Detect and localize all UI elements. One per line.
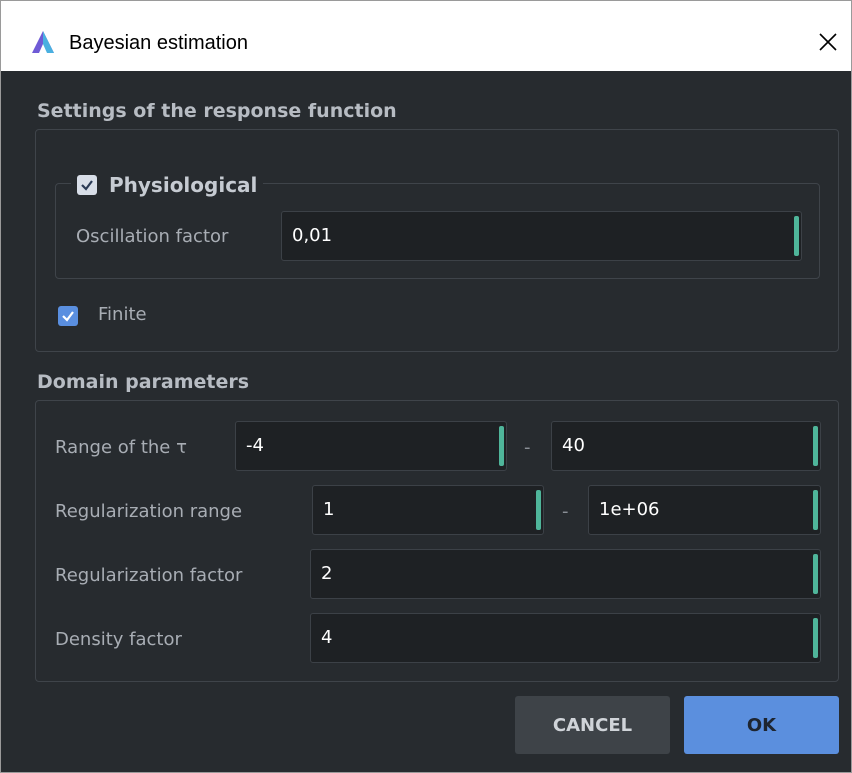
oscillation-factor-input[interactable]: 0,01 [281,211,802,261]
reg-range-separator: - [562,501,569,522]
finite-checkbox[interactable] [58,306,78,326]
reg-factor-input[interactable]: 2 [310,549,821,599]
app-logo-icon [32,31,54,53]
density-factor-input[interactable]: 4 [310,613,821,663]
finite-label: Finite [98,304,147,325]
domain-group: Range of the τ -4 - 40 Regularization ra… [35,400,839,682]
reg-factor-label: Regularization factor [55,565,243,586]
dialog-window: Bayesian estimation Settings of the resp… [0,0,852,773]
domain-section-title: Domain parameters [37,371,250,393]
reg-range-label: Regularization range [55,501,243,522]
title-bar: Bayesian estimation [1,1,851,71]
density-factor-label: Density factor [55,629,182,650]
ok-button[interactable]: OK [684,696,839,754]
oscillation-factor-label: Oscillation factor [76,226,229,247]
cancel-button[interactable]: CANCEL [515,696,670,754]
response-group: Physiological Oscillation factor 0,01 Fi… [35,129,839,352]
physiological-header: Physiological [71,172,264,198]
physiological-checkbox[interactable] [77,175,97,195]
range-tau-to-input[interactable]: 40 [551,421,821,471]
physiological-label: Physiological [109,173,258,197]
response-section-title: Settings of the response function [37,100,397,122]
range-tau-separator: - [524,437,531,458]
checkmark-icon [62,311,74,322]
window-title: Bayesian estimation [69,32,248,54]
range-tau-from-input[interactable]: -4 [235,421,507,471]
range-tau-label: Range of the τ [55,437,187,458]
reg-range-to-input[interactable]: 1e+06 [588,485,821,535]
reg-range-from-input[interactable]: 1 [312,485,544,535]
checkmark-icon [81,180,93,191]
close-button[interactable] [805,19,851,65]
close-icon [819,33,837,51]
